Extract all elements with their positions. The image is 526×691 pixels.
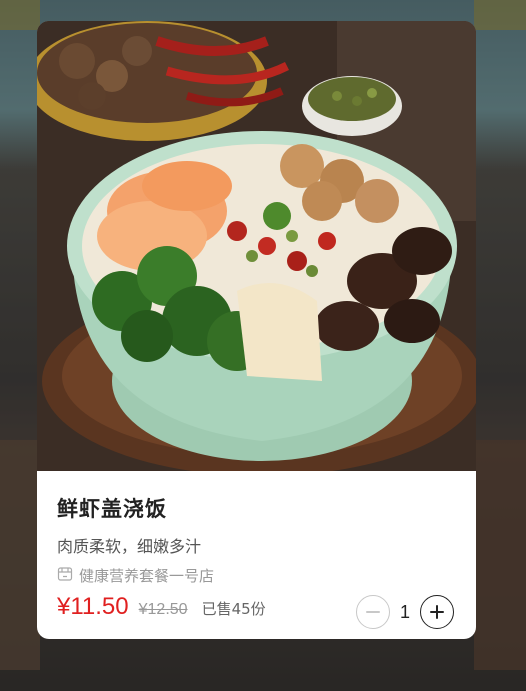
sold-count: 已售45份 bbox=[201, 600, 266, 618]
shop-name: 健康营养套餐一号店 bbox=[79, 567, 215, 585]
quantity-value: 1 bbox=[399, 601, 410, 622]
current-price: ¥11.50 bbox=[57, 593, 129, 620]
quantity-stepper: 1 bbox=[356, 595, 454, 629]
minus-circle-icon bbox=[366, 611, 380, 613]
dish-description: 肉质柔软，细嫩多汁 bbox=[57, 537, 202, 556]
decrease-button[interactable] bbox=[356, 595, 390, 629]
dish-illustration bbox=[37, 21, 476, 471]
plus-circle-icon bbox=[430, 605, 444, 619]
shop-icon bbox=[57, 566, 79, 586]
dish-name: 鲜虾盖浇饭 bbox=[57, 497, 167, 521]
dish-info: 鲜虾盖浇饭 肉质柔软，细嫩多汁 健康营养套餐一号店 ¥11.50 ¥12.50 … bbox=[37, 471, 476, 639]
dish-photo bbox=[37, 21, 476, 471]
increase-button[interactable] bbox=[420, 595, 454, 629]
dish-detail-card: 鲜虾盖浇饭 肉质柔软，细嫩多汁 健康营养套餐一号店 ¥11.50 ¥12.50 … bbox=[37, 21, 476, 639]
shop-row[interactable]: 健康营养套餐一号店 bbox=[57, 565, 214, 586]
original-price: ¥12.50 bbox=[138, 601, 188, 618]
price-row: ¥11.50 ¥12.50 已售45份 bbox=[57, 593, 266, 621]
